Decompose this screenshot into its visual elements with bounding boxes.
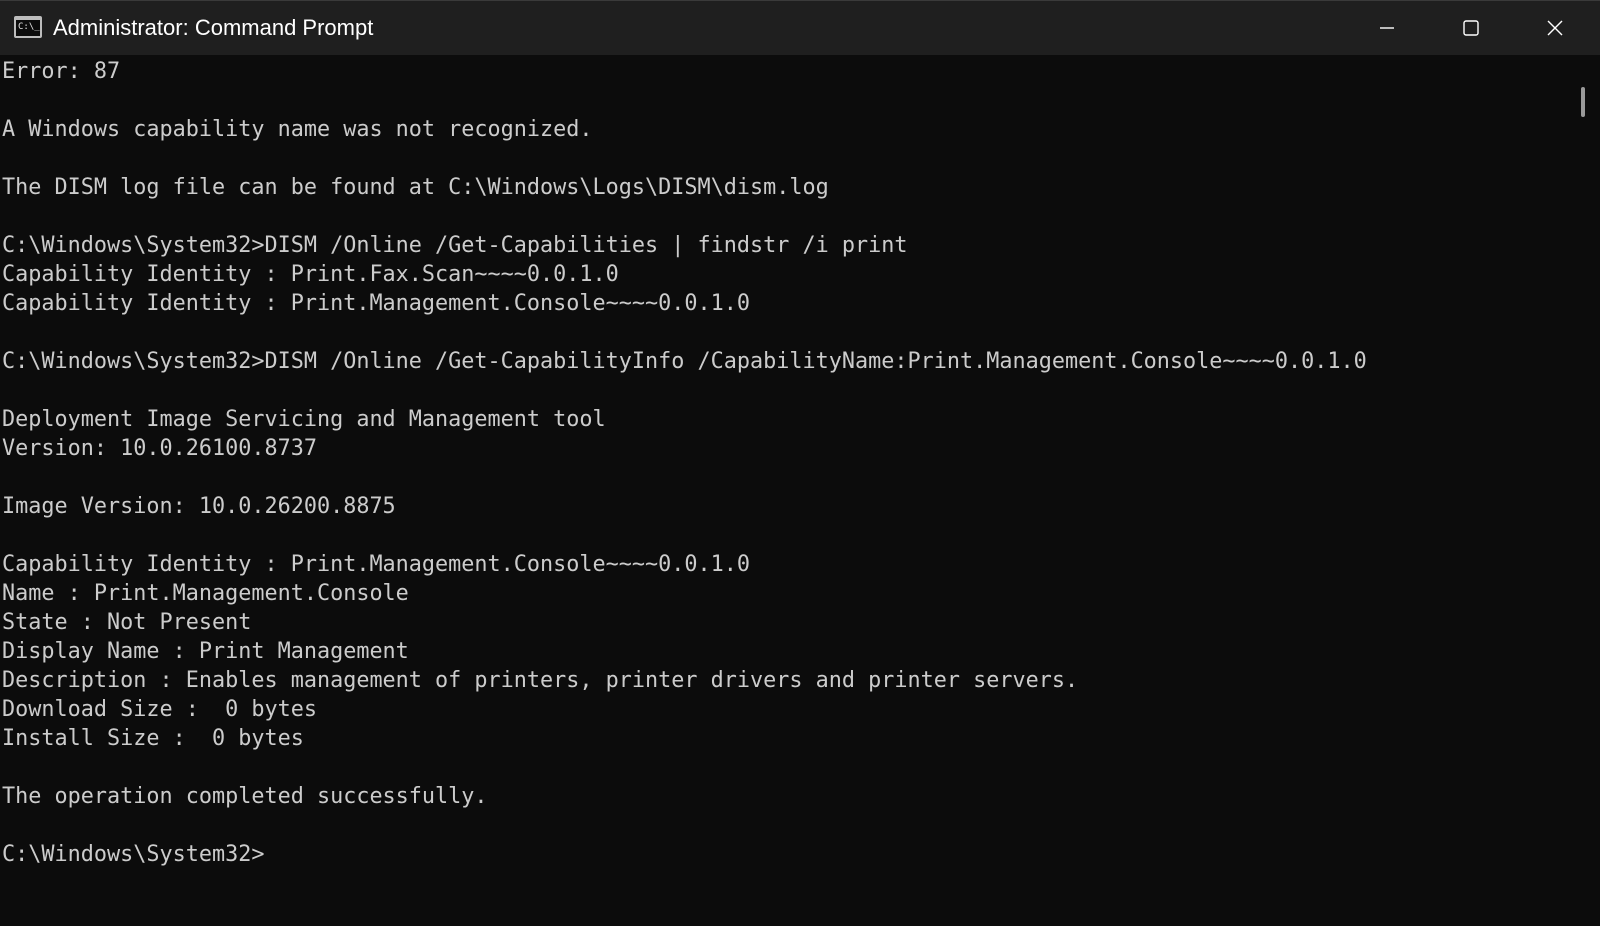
console-line: Name : Print.Management.Console: [2, 581, 409, 606]
console-line: Capability Identity : Print.Management.C…: [2, 291, 751, 316]
window-title: Administrator: Command Prompt: [53, 15, 374, 40]
maximize-button[interactable]: [1429, 1, 1513, 55]
console-line: Capability Identity : Print.Fax.Scan~~~~…: [2, 262, 619, 287]
console-line: Description : Enables management of prin…: [2, 668, 1079, 693]
console-line: Display Name : Print Management: [2, 639, 409, 664]
console-line: Install Size : 0 bytes: [2, 726, 304, 751]
console-line: C:\Windows\System32>DISM /Online /Get-Ca…: [2, 233, 908, 258]
console-line: Error: 87: [2, 59, 121, 84]
scrollbar-thumb[interactable]: [1581, 87, 1585, 117]
console-line: Capability Identity : Print.Management.C…: [2, 552, 751, 577]
command-prompt-icon[interactable]: C:\_: [14, 16, 42, 38]
maximize-icon: [1463, 20, 1479, 36]
minimize-button[interactable]: [1345, 1, 1429, 55]
console-line: C:\Windows\System32>: [2, 842, 265, 867]
console-line: Version: 10.0.26100.8737: [2, 436, 317, 461]
console-line: State : Not Present: [2, 610, 252, 635]
command-prompt-window: C:\_ Administrator: Command Prompt Error…: [0, 0, 1600, 926]
console-line: Deployment Image Servicing and Managemen…: [2, 407, 606, 432]
console-output[interactable]: Error: 87 A Windows capability name was n…: [0, 55, 1570, 926]
console-line: The DISM log file can be found at C:\Win…: [2, 175, 829, 200]
title-bar[interactable]: C:\_ Administrator: Command Prompt: [0, 1, 1600, 55]
console-line: Download Size : 0 bytes: [2, 697, 317, 722]
console-line: C:\Windows\System32>DISM /Online /Get-Ca…: [2, 349, 1367, 374]
close-button[interactable]: [1513, 1, 1597, 55]
close-icon: [1547, 20, 1563, 36]
console-line: Image Version: 10.0.26200.8875: [2, 494, 396, 519]
console-line: A Windows capability name was not recogn…: [2, 117, 593, 142]
console-line: The operation completed successfully.: [2, 784, 488, 809]
vertical-scrollbar[interactable]: [1570, 55, 1600, 926]
minimize-icon: [1380, 27, 1394, 29]
